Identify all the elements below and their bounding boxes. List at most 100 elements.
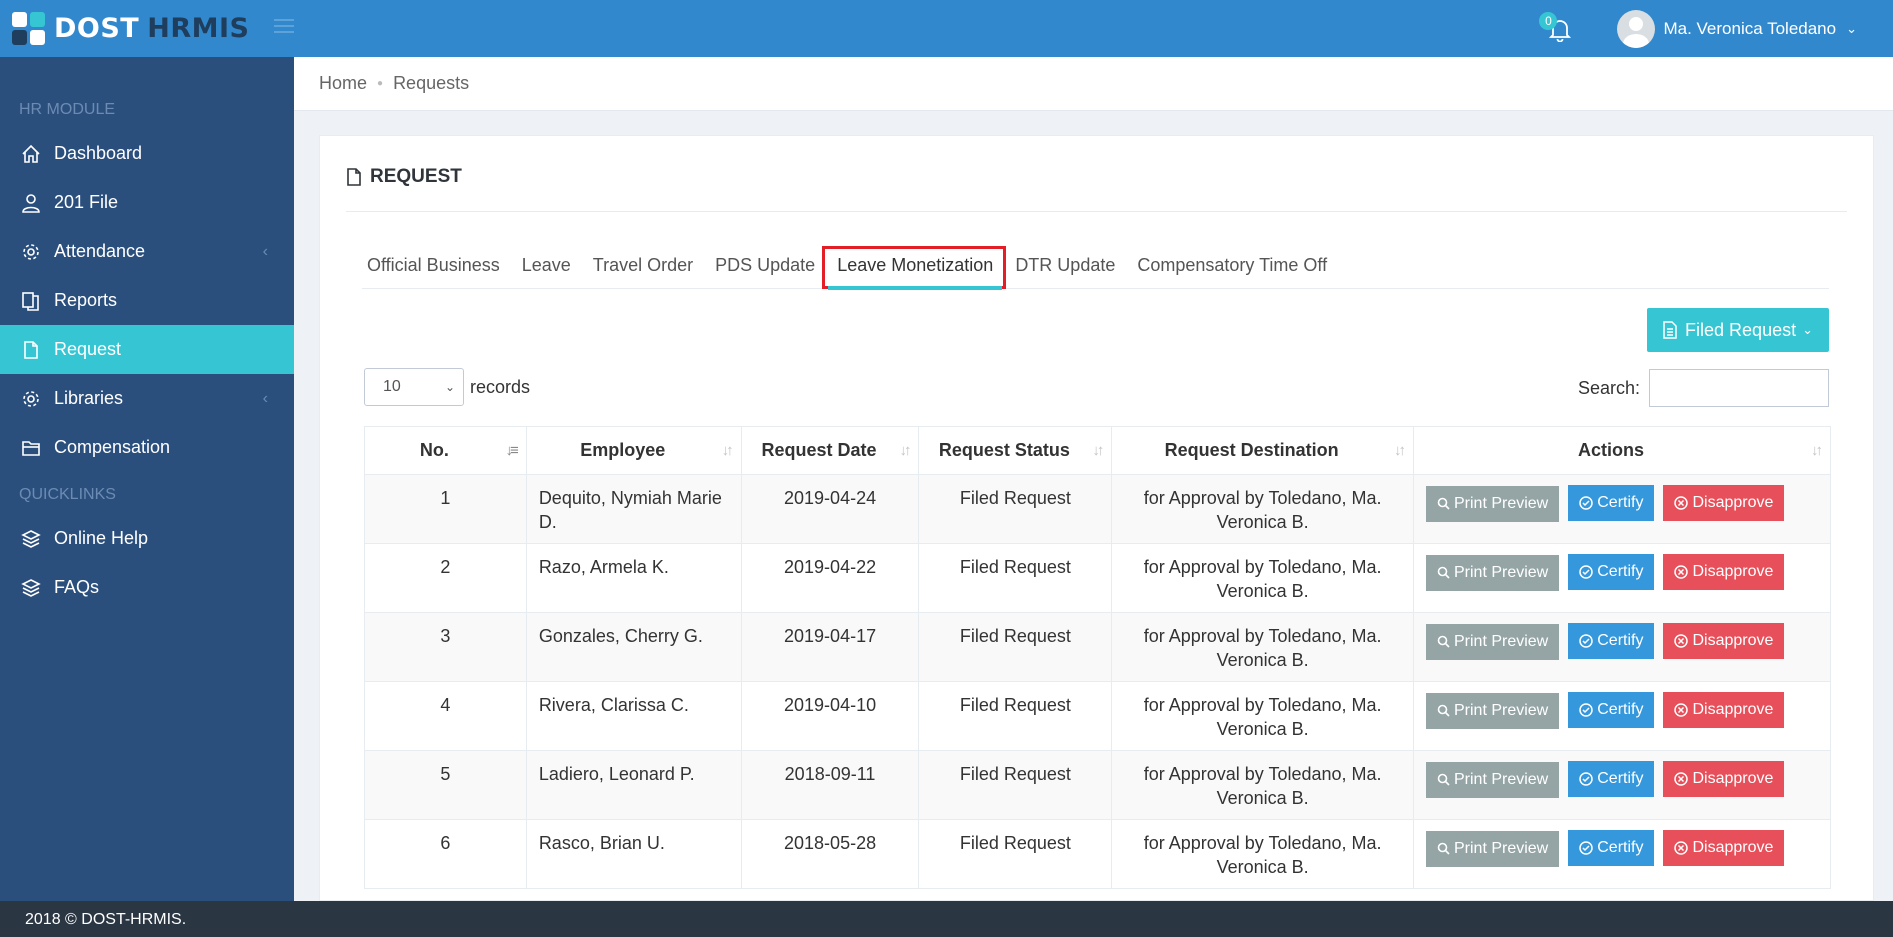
tab-official-business[interactable]: Official Business — [362, 236, 511, 289]
sidebar-item-compensation[interactable]: Compensation — [0, 423, 294, 472]
cell-actions: Print Preview Certify Disapprove — [1412, 681, 1832, 751]
tab-pds-update[interactable]: PDS Update — [704, 236, 826, 289]
cell-request-date: 2019-04-17 — [740, 612, 920, 682]
print-preview-label: Print Preview — [1453, 770, 1549, 788]
sidebar-item-label: Libraries — [54, 388, 124, 408]
column-header-no[interactable]: No. ↓≡ — [364, 426, 527, 475]
cell-actions: Print Preview Certify Disapprove — [1412, 819, 1832, 889]
cell-employee: Gonzales, Cherry G. — [525, 612, 742, 682]
tab-leave[interactable]: Leave — [511, 236, 582, 289]
folder-icon — [20, 437, 42, 459]
search-input[interactable] — [1649, 369, 1829, 407]
brand-name: DOST — [54, 13, 140, 44]
sidebar-item-online-help[interactable]: Online Help — [0, 514, 294, 563]
cell-request-status: Filed Request — [918, 474, 1113, 544]
column-header-request-status[interactable]: Request Status ↓↑ — [918, 426, 1113, 475]
disapprove-button[interactable]: Disapprove — [1663, 830, 1785, 866]
tab-compensatory-time-off[interactable]: Compensatory Time Off — [1126, 236, 1338, 289]
column-header-request-date[interactable]: Request Date ↓↑ — [740, 426, 920, 475]
certify-button[interactable]: Certify — [1568, 830, 1655, 866]
certify-button[interactable]: Certify — [1568, 692, 1655, 728]
disapprove-label: Disapprove — [1692, 494, 1774, 511]
sidebar-item-reports[interactable]: Reports — [0, 276, 294, 325]
tab-leave-monetization[interactable]: Leave Monetization — [822, 236, 1007, 290]
logo-icon — [12, 11, 46, 46]
print-preview-button[interactable]: Print Preview — [1425, 830, 1560, 867]
records-per-page-select[interactable]: 10 ⌄ — [364, 368, 464, 406]
cell-request-destination: for Approval by Toledano, Ma. Veronica B… — [1111, 612, 1414, 682]
disapprove-label: Disapprove — [1692, 701, 1774, 718]
sidebar-item-label: Request — [54, 339, 122, 359]
cell-request-destination: for Approval by Toledano, Ma. Veronica B… — [1111, 750, 1414, 820]
sidebar-section-quicklinks: QUICKLINKS — [19, 486, 116, 503]
cell-request-status: Filed Request — [918, 612, 1113, 682]
disapprove-button[interactable]: Disapprove — [1663, 761, 1785, 797]
tab-dtr-update[interactable]: DTR Update — [1004, 236, 1126, 289]
top-navbar: DOST HRMIS 0 Ma. Veronica Toledano ⌄ — [0, 0, 1893, 57]
column-header-employee[interactable]: Employee ↓↑ — [525, 426, 742, 475]
sidebar-item-attendance[interactable]: Attendance ‹ — [0, 227, 294, 276]
column-header-request-destination[interactable]: Request Destination ↓↑ — [1111, 426, 1414, 475]
file-text-icon — [1663, 321, 1677, 339]
disapprove-button[interactable]: Disapprove — [1663, 692, 1785, 728]
disapprove-button[interactable]: Disapprove — [1663, 623, 1785, 659]
sidebar-item-201-file[interactable]: 201 File — [0, 178, 294, 227]
file-icon — [20, 339, 42, 361]
user-menu[interactable]: Ma. Veronica Toledano ⌄ — [1617, 9, 1857, 48]
disapprove-label: Disapprove — [1692, 770, 1774, 787]
filed-request-dropdown-button[interactable]: Filed Request ⌄ — [1647, 308, 1829, 352]
check-circle-icon — [1579, 703, 1593, 717]
certify-button[interactable]: Certify — [1568, 485, 1655, 521]
notifications-bell[interactable]: 0 — [1539, 11, 1573, 44]
brand[interactable]: DOST HRMIS — [0, 0, 294, 57]
cell-employee: Rivera, Clarissa C. — [525, 681, 742, 751]
cell-no: 5 — [364, 750, 527, 820]
tab-travel-order[interactable]: Travel Order — [582, 236, 704, 289]
sidebar-item-dashboard[interactable]: Dashboard — [0, 129, 294, 178]
disapprove-label: Disapprove — [1692, 632, 1774, 649]
user-icon — [20, 192, 42, 214]
certify-label: Certify — [1597, 770, 1644, 787]
sidebar-item-label: Dashboard — [54, 143, 143, 163]
search-icon — [1437, 773, 1450, 786]
breadcrumb-home[interactable]: Home — [319, 73, 367, 94]
table-row: 2 Razo, Armela K. 2019-04-22 Filed Reque… — [364, 543, 1832, 613]
cell-no: 1 — [364, 474, 527, 544]
breadcrumb-current: Requests — [393, 73, 470, 93]
search-icon — [1437, 566, 1450, 579]
certify-button[interactable]: Certify — [1568, 761, 1655, 797]
certify-button[interactable]: Certify — [1568, 623, 1655, 659]
print-preview-button[interactable]: Print Preview — [1425, 692, 1560, 729]
print-preview-button[interactable]: Print Preview — [1425, 623, 1560, 660]
footer: 2018 © DOST-HRMIS. — [0, 901, 1893, 937]
cell-no: 2 — [364, 543, 527, 613]
gear-icon — [20, 388, 42, 410]
layers-icon — [20, 528, 42, 550]
search-icon — [1437, 842, 1450, 855]
disapprove-label: Disapprove — [1692, 563, 1774, 580]
print-preview-button[interactable]: Print Preview — [1425, 485, 1560, 522]
certify-button[interactable]: Certify — [1568, 554, 1655, 590]
menu-toggle-icon[interactable] — [274, 19, 294, 35]
sidebar-item-request[interactable]: Request — [0, 325, 294, 374]
sidebar-item-libraries[interactable]: Libraries ‹ — [0, 374, 294, 423]
x-circle-icon — [1674, 496, 1689, 510]
check-circle-icon — [1579, 496, 1593, 510]
print-preview-button[interactable]: Print Preview — [1425, 761, 1560, 798]
chevron-down-icon: ⌄ — [444, 380, 455, 394]
sort-icon: ↓↑ — [1811, 442, 1823, 459]
sidebar-item-label: Compensation — [54, 437, 171, 457]
disapprove-button[interactable]: Disapprove — [1663, 554, 1785, 590]
print-preview-label: Print Preview — [1453, 632, 1549, 650]
x-circle-icon — [1674, 703, 1689, 717]
certify-label: Certify — [1597, 839, 1644, 856]
certify-label: Certify — [1597, 701, 1644, 718]
column-header-actions[interactable]: Actions ↓↑ — [1412, 426, 1832, 475]
sidebar-item-faqs[interactable]: FAQs — [0, 563, 294, 612]
filed-request-label: Filed Request — [1685, 319, 1797, 340]
disapprove-label: Disapprove — [1692, 839, 1774, 856]
disapprove-button[interactable]: Disapprove — [1663, 485, 1785, 521]
gear-icon — [20, 241, 42, 263]
print-preview-button[interactable]: Print Preview — [1425, 554, 1560, 591]
table-row: 6 Rasco, Brian U. 2018-05-28 Filed Reque… — [364, 819, 1832, 889]
